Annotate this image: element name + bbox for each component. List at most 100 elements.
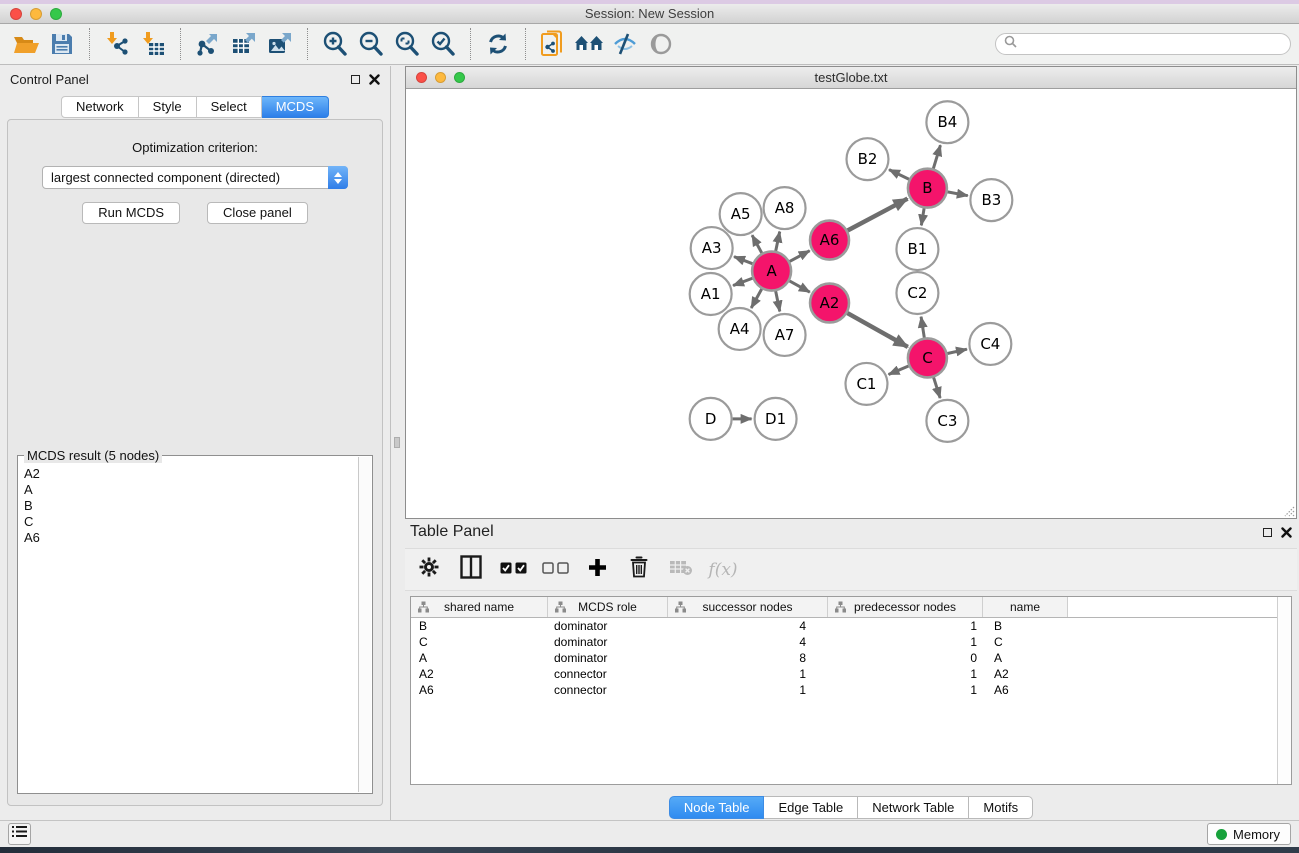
create-column-button[interactable] bbox=[583, 555, 611, 585]
tab-network-table[interactable]: Network Table bbox=[858, 796, 969, 819]
tab-mcds[interactable]: MCDS bbox=[262, 96, 329, 118]
node-A1[interactable]: A1 bbox=[690, 273, 732, 315]
node-B4[interactable]: B4 bbox=[926, 101, 968, 143]
table-cell[interactable]: A6 bbox=[983, 682, 1068, 698]
result-scrollbar[interactable] bbox=[358, 457, 371, 792]
table-cell[interactable]: C bbox=[983, 634, 1068, 650]
node-B2[interactable]: B2 bbox=[847, 138, 889, 180]
node-B3[interactable]: B3 bbox=[970, 179, 1012, 221]
clone-network-button[interactable] bbox=[535, 27, 571, 61]
table-cell[interactable]: B bbox=[983, 618, 1068, 634]
table-cell[interactable]: 8 bbox=[668, 650, 828, 666]
zoom-selected-button[interactable] bbox=[425, 27, 461, 61]
table-cell[interactable]: A bbox=[411, 650, 548, 666]
zoom-out-button[interactable] bbox=[353, 27, 389, 61]
result-list-item[interactable]: C bbox=[24, 514, 351, 530]
table-cell[interactable]: 1 bbox=[828, 666, 983, 682]
table-row[interactable]: Cdominator41C bbox=[411, 634, 1277, 650]
close-window-icon[interactable] bbox=[10, 8, 22, 20]
node-A6[interactable]: A6 bbox=[810, 221, 849, 260]
node-A8[interactable]: A8 bbox=[764, 187, 806, 229]
table-row[interactable]: A6connector11A6 bbox=[411, 682, 1277, 698]
delete-table-button[interactable] bbox=[667, 555, 695, 585]
tab-network[interactable]: Network bbox=[61, 96, 139, 118]
edge-A6-B[interactable] bbox=[848, 199, 908, 231]
export-network-button[interactable] bbox=[190, 27, 226, 61]
column-header-name[interactable]: name bbox=[983, 597, 1068, 617]
tab-select[interactable]: Select bbox=[197, 96, 262, 118]
close-panel-icon[interactable] bbox=[369, 74, 380, 85]
table-cell[interactable]: A2 bbox=[411, 666, 548, 682]
table-cell[interactable]: A6 bbox=[411, 682, 548, 698]
node-A4[interactable]: A4 bbox=[719, 308, 761, 350]
table-cell[interactable]: dominator bbox=[548, 618, 668, 634]
result-list-item[interactable]: A2 bbox=[24, 466, 351, 482]
edge-C-C4[interactable] bbox=[947, 349, 967, 353]
unselect-all-columns-button[interactable] bbox=[541, 555, 569, 585]
node-A2[interactable]: A2 bbox=[810, 284, 849, 323]
edge-C-C1[interactable] bbox=[889, 366, 909, 375]
node-C3[interactable]: C3 bbox=[926, 400, 968, 442]
task-history-button[interactable] bbox=[8, 823, 31, 845]
close-network-icon[interactable] bbox=[416, 72, 427, 83]
table-cell[interactable]: 1 bbox=[828, 618, 983, 634]
table-cell[interactable]: connector bbox=[548, 682, 668, 698]
tab-motifs[interactable]: Motifs bbox=[969, 796, 1033, 819]
search-field[interactable] bbox=[995, 33, 1291, 55]
table-cell[interactable]: 4 bbox=[668, 618, 828, 634]
close-panel-button[interactable]: Close panel bbox=[207, 202, 308, 224]
node-C2[interactable]: C2 bbox=[896, 272, 938, 314]
run-mcds-button[interactable]: Run MCDS bbox=[82, 202, 180, 224]
network-graph[interactable]: B4B2BB3A8A5A6A3B1AA1C2A2A4A7C4CC1DD1C3 bbox=[406, 90, 1296, 518]
column-header-predecessor-nodes[interactable]: predecessor nodes bbox=[828, 597, 983, 617]
node-A3[interactable]: A3 bbox=[691, 227, 733, 269]
edge-A-A4[interactable] bbox=[751, 289, 761, 308]
export-table-button[interactable] bbox=[226, 27, 262, 61]
table-cell[interactable]: dominator bbox=[548, 634, 668, 650]
import-network-button[interactable] bbox=[99, 27, 135, 61]
table-cell[interactable]: 1 bbox=[668, 682, 828, 698]
zoom-network-icon[interactable] bbox=[454, 72, 465, 83]
result-list-item[interactable]: B bbox=[24, 498, 351, 514]
node-B1[interactable]: B1 bbox=[896, 228, 938, 270]
import-table-button[interactable] bbox=[135, 27, 171, 61]
table-row[interactable]: Bdominator41B bbox=[411, 618, 1277, 634]
node-C1[interactable]: C1 bbox=[846, 363, 888, 405]
node-B[interactable]: B bbox=[908, 169, 947, 208]
edge-B-B1[interactable] bbox=[921, 208, 924, 225]
tab-node-table[interactable]: Node Table bbox=[669, 796, 765, 819]
home-button[interactable] bbox=[571, 27, 607, 61]
edge-A-A6[interactable] bbox=[790, 251, 810, 262]
memory-button[interactable]: Memory bbox=[1207, 823, 1291, 845]
open-session-button[interactable] bbox=[8, 27, 44, 61]
tab-edge-table[interactable]: Edge Table bbox=[764, 796, 858, 819]
result-list-item[interactable]: A bbox=[24, 482, 351, 498]
table-cell[interactable]: 0 bbox=[828, 650, 983, 666]
table-cell[interactable]: 1 bbox=[668, 666, 828, 682]
minimize-window-icon[interactable] bbox=[30, 8, 42, 20]
table-cell[interactable]: A2 bbox=[983, 666, 1068, 682]
select-all-columns-button[interactable] bbox=[499, 555, 527, 585]
column-header-shared-name[interactable]: shared name bbox=[411, 597, 548, 617]
network-window-titlebar[interactable]: testGlobe.txt bbox=[406, 67, 1296, 89]
column-header-MCDS-role[interactable]: MCDS role bbox=[548, 597, 668, 617]
table-settings-button[interactable] bbox=[415, 555, 443, 585]
table-row[interactable]: Adominator80A bbox=[411, 650, 1277, 666]
table-cell[interactable]: 1 bbox=[828, 682, 983, 698]
edge-A-A2[interactable] bbox=[790, 281, 810, 292]
table-cell[interactable]: B bbox=[411, 618, 548, 634]
float-panel-icon[interactable] bbox=[351, 75, 360, 84]
edge-A-A5[interactable] bbox=[752, 235, 762, 253]
function-builder-button[interactable]: f(x) bbox=[709, 555, 737, 585]
minimize-network-icon[interactable] bbox=[435, 72, 446, 83]
float-table-panel-icon[interactable] bbox=[1263, 528, 1272, 537]
table-cell[interactable]: connector bbox=[548, 666, 668, 682]
node-A7[interactable]: A7 bbox=[764, 314, 806, 356]
edge-B-B3[interactable] bbox=[948, 192, 968, 196]
zoom-window-icon[interactable] bbox=[50, 8, 62, 20]
zoom-fit-button[interactable] bbox=[389, 27, 425, 61]
network-canvas[interactable]: B4B2BB3A8A5A6A3B1AA1C2A2A4A7C4CC1DD1C3 bbox=[406, 90, 1296, 518]
table-cell[interactable]: A bbox=[983, 650, 1068, 666]
search-input[interactable] bbox=[1022, 37, 1282, 51]
delete-column-button[interactable] bbox=[625, 555, 653, 585]
